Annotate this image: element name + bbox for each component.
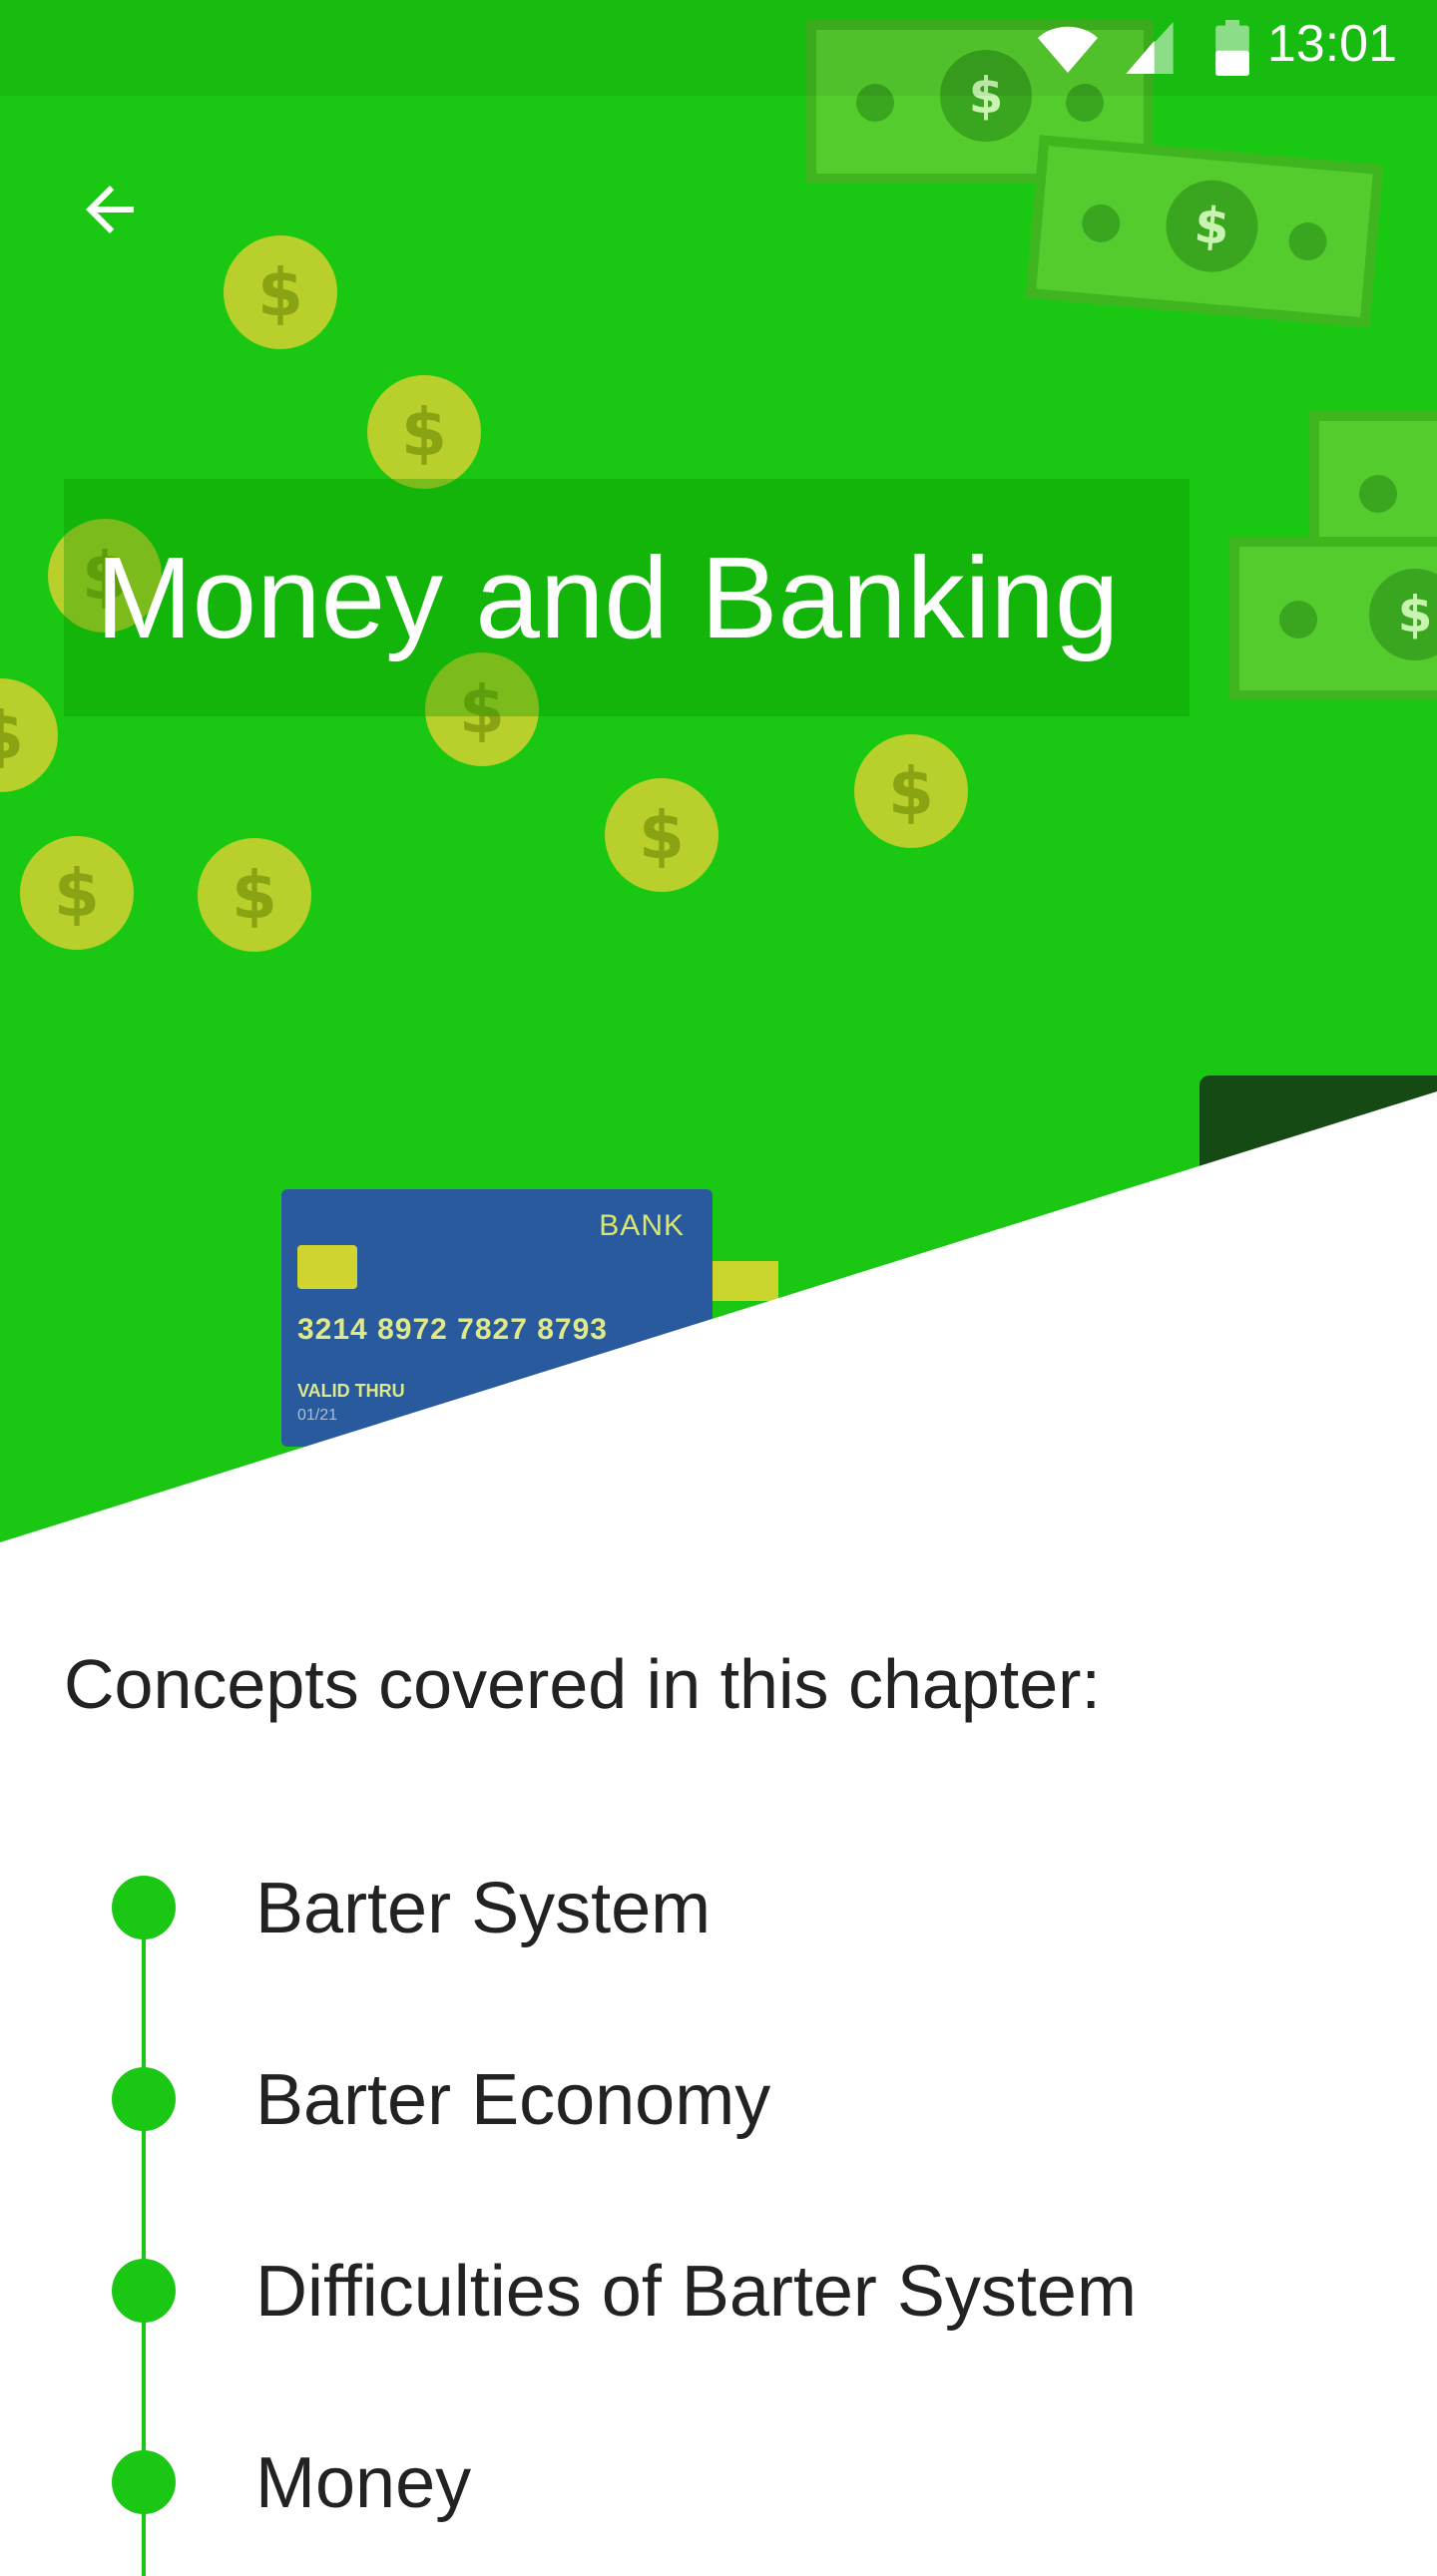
concept-item[interactable]: Money bbox=[0, 2430, 1437, 2530]
status-bar: 13:01 bbox=[0, 0, 1437, 96]
concepts-section: Concepts covered in this chapter: Barter… bbox=[0, 1556, 1437, 2576]
chapter-hero: $ $ $ $ $ $ $ $ $ $ $ $ BANK 3214 8972 7… bbox=[0, 0, 1437, 1556]
concept-item[interactable]: Difficulties of Barter System bbox=[0, 2239, 1437, 2339]
timeline-dot-icon bbox=[112, 2450, 176, 2514]
chapter-title-box: Money and Banking bbox=[64, 479, 1190, 716]
concept-item[interactable]: Barter System bbox=[0, 1856, 1437, 1955]
back-button[interactable] bbox=[60, 160, 160, 259]
signal-icon bbox=[1126, 22, 1174, 74]
timeline-dot-icon bbox=[112, 1876, 176, 1939]
concept-label: Money bbox=[255, 2443, 472, 2523]
concept-item[interactable]: Barter Economy bbox=[0, 2047, 1437, 2147]
page-title: Money and Banking bbox=[96, 533, 1120, 662]
concept-label: Difficulties of Barter System bbox=[255, 2252, 1137, 2332]
status-time: 13:01 bbox=[1266, 15, 1397, 73]
wifi-icon bbox=[1038, 26, 1098, 73]
concepts-heading: Concepts covered in this chapter: bbox=[64, 1645, 1101, 1723]
battery-icon bbox=[1215, 20, 1249, 76]
arrow-left-icon bbox=[86, 186, 134, 233]
hero-diagonal-edge bbox=[0, 1091, 1437, 1556]
timeline-dot-icon bbox=[112, 2067, 176, 2131]
concept-label: Barter System bbox=[255, 1869, 712, 1948]
timeline-dot-icon bbox=[112, 2259, 176, 2323]
concept-label: Barter Economy bbox=[255, 2060, 771, 2140]
